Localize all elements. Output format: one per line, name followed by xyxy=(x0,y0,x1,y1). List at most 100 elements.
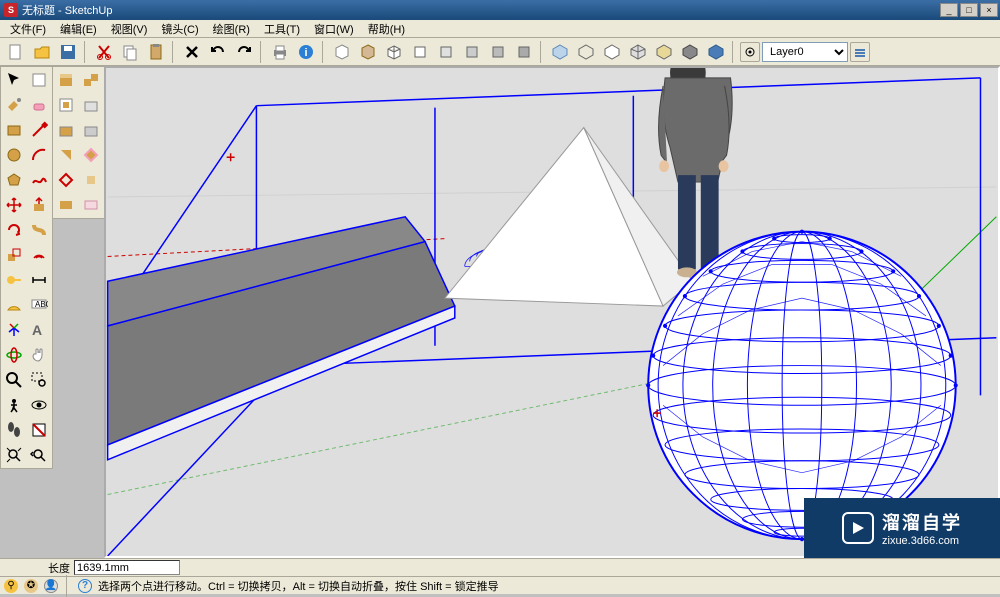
menu-view[interactable]: 视图(V) xyxy=(105,20,154,38)
copy-button[interactable] xyxy=(118,40,142,64)
claim-icon[interactable]: 👤 xyxy=(44,579,58,593)
scale-tool[interactable] xyxy=(2,243,26,267)
circle-tool[interactable] xyxy=(2,143,26,167)
wireframe-button[interactable] xyxy=(574,40,598,64)
shaded-texture-button[interactable] xyxy=(652,40,676,64)
layer-select[interactable]: Layer0 xyxy=(762,42,848,62)
polygon-tool[interactable] xyxy=(2,168,26,192)
menu-camera[interactable]: 镜头(C) xyxy=(155,20,204,38)
credits-icon[interactable]: ✪ xyxy=(24,579,38,593)
titlebar: S 无标题 - SketchUp _ □ × xyxy=(0,0,1000,20)
zoom-extents-tool[interactable] xyxy=(2,443,26,467)
menu-draw[interactable]: 绘图(R) xyxy=(207,20,256,38)
redo-button[interactable] xyxy=(232,40,256,64)
flip-button[interactable] xyxy=(54,168,78,192)
pan-tool[interactable] xyxy=(27,343,51,367)
arc-tool[interactable] xyxy=(27,143,51,167)
measure-input[interactable] xyxy=(74,560,180,575)
undo-button[interactable] xyxy=(206,40,230,64)
help-icon[interactable]: ? xyxy=(78,579,92,593)
line-tool[interactable] xyxy=(27,118,51,142)
right-view-button[interactable] xyxy=(460,40,484,64)
hide-button[interactable] xyxy=(54,193,78,217)
close-button[interactable]: × xyxy=(980,3,998,17)
position-camera-tool[interactable] xyxy=(2,393,26,417)
look-around-tool[interactable] xyxy=(27,393,51,417)
component-tool[interactable] xyxy=(27,68,51,92)
open-button[interactable] xyxy=(30,40,54,64)
style-button[interactable] xyxy=(704,40,728,64)
back-view-button[interactable] xyxy=(486,40,510,64)
menu-window[interactable]: 窗口(W) xyxy=(308,20,360,38)
cut-button[interactable] xyxy=(92,40,116,64)
left-view-button[interactable] xyxy=(512,40,536,64)
menubar: 文件(F) 编辑(E) 视图(V) 镜头(C) 绘图(R) 工具(T) 窗口(W… xyxy=(0,20,1000,38)
previous-view-tool[interactable] xyxy=(27,443,51,467)
text-tool[interactable]: ABC xyxy=(27,293,51,317)
maximize-button[interactable]: □ xyxy=(960,3,978,17)
watermark-brand: 溜溜自学 xyxy=(882,509,962,535)
menu-edit[interactable]: 编辑(E) xyxy=(54,20,103,38)
split-button[interactable] xyxy=(79,143,103,167)
top-view-button[interactable] xyxy=(408,40,432,64)
protractor-tool[interactable] xyxy=(2,293,26,317)
paste-button[interactable] xyxy=(144,40,168,64)
followme-tool[interactable] xyxy=(27,218,51,242)
svg-text:A: A xyxy=(32,322,42,338)
zoom-window-tool[interactable] xyxy=(27,368,51,392)
eraser-tool[interactable] xyxy=(27,93,51,117)
status-hint: 选择两个点进行移动。Ctrl = 切换拷贝，Alt = 切换自动折叠，按住 Sh… xyxy=(98,578,499,594)
shaded-button[interactable] xyxy=(626,40,650,64)
new-button[interactable] xyxy=(4,40,28,64)
section-tool[interactable] xyxy=(27,418,51,442)
menu-help[interactable]: 帮助(H) xyxy=(362,20,411,38)
trim-button[interactable] xyxy=(54,143,78,167)
menu-file[interactable]: 文件(F) xyxy=(4,20,52,38)
tape-tool[interactable] xyxy=(2,268,26,292)
draw-toolbar: ABC A xyxy=(0,66,53,469)
axes-tool[interactable] xyxy=(2,318,26,342)
iso-view-button[interactable] xyxy=(382,40,406,64)
window-title: 无标题 - SketchUp xyxy=(22,2,112,18)
orbit-tool[interactable] xyxy=(2,343,26,367)
union-button[interactable] xyxy=(54,118,78,142)
standard-view-button[interactable] xyxy=(330,40,354,64)
explode-button[interactable] xyxy=(79,168,103,192)
make-component-button[interactable] xyxy=(79,68,103,92)
menu-tools[interactable]: 工具(T) xyxy=(258,20,306,38)
move-tool[interactable] xyxy=(2,193,26,217)
svg-text:ABC: ABC xyxy=(35,300,48,309)
dimension-tool[interactable] xyxy=(27,268,51,292)
offset-tool[interactable] xyxy=(27,243,51,267)
minimize-button[interactable]: _ xyxy=(940,3,958,17)
watermark-url: zixue.3d66.com xyxy=(882,535,959,547)
component-button[interactable] xyxy=(356,40,380,64)
3dtext-tool[interactable]: A xyxy=(27,318,51,342)
save-button[interactable] xyxy=(56,40,80,64)
geo-icon[interactable]: ⚲ xyxy=(4,579,18,593)
outer-shell-button[interactable] xyxy=(54,93,78,117)
paint-tool[interactable] xyxy=(2,93,26,117)
viewport[interactable] xyxy=(104,66,1000,558)
intersect-button[interactable] xyxy=(79,93,103,117)
scene-canvas[interactable] xyxy=(106,68,998,556)
select-tool[interactable] xyxy=(2,68,26,92)
subtract-button[interactable] xyxy=(79,118,103,142)
pushpull-tool[interactable] xyxy=(27,193,51,217)
monochrome-button[interactable] xyxy=(678,40,702,64)
layer-visibility-button[interactable] xyxy=(740,42,760,62)
zoom-tool[interactable] xyxy=(2,368,26,392)
print-button[interactable] xyxy=(268,40,292,64)
rectangle-tool[interactable] xyxy=(2,118,26,142)
model-info-button[interactable]: i xyxy=(294,40,318,64)
rotate-tool[interactable] xyxy=(2,218,26,242)
walk-tool[interactable] xyxy=(2,418,26,442)
delete-button[interactable] xyxy=(180,40,204,64)
xray-button[interactable] xyxy=(548,40,572,64)
front-view-button[interactable] xyxy=(434,40,458,64)
freehand-tool[interactable] xyxy=(27,168,51,192)
unhide-button[interactable] xyxy=(79,193,103,217)
layer-manager-button[interactable] xyxy=(850,42,870,62)
make-group-button[interactable] xyxy=(54,68,78,92)
hidden-line-button[interactable] xyxy=(600,40,624,64)
